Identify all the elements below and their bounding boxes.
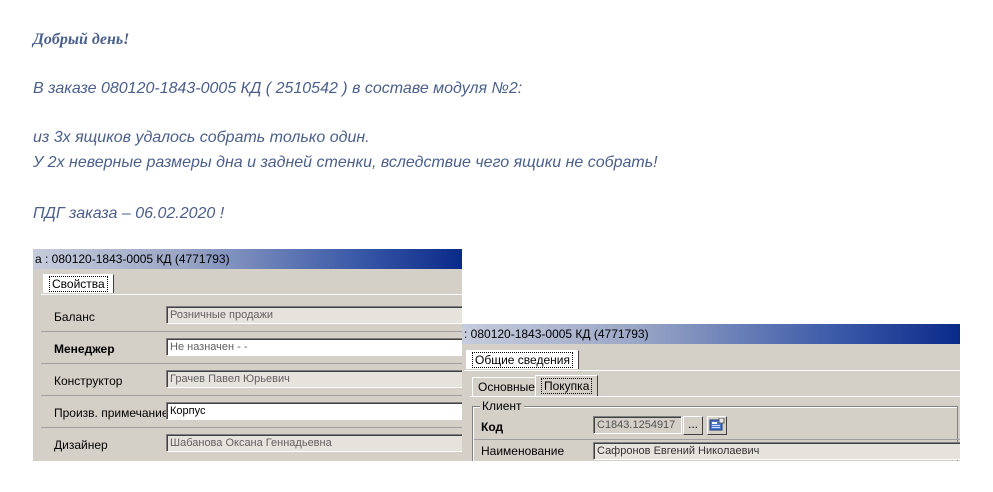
row-divider xyxy=(41,363,462,364)
manager-label: Менеджер xyxy=(54,342,115,356)
tab-properties[interactable]: Свойства xyxy=(43,274,114,293)
browse-button[interactable]: ... xyxy=(683,416,703,435)
email-line-sizes: У 2х неверные размеры дна и задней стенк… xyxy=(33,154,658,171)
subtab-purchase[interactable]: Покупка xyxy=(535,375,599,396)
code-label: Код xyxy=(481,420,504,434)
row-divider xyxy=(474,439,960,440)
tab-properties-label: Свойства xyxy=(49,276,108,292)
production-note-label: Произв. примечание xyxy=(54,406,169,420)
balance-label: Баланс xyxy=(54,310,95,324)
window1-titlebar: а : 080120-1843-0005 КД (4771793) xyxy=(33,249,462,269)
subtab-purchase-label: Покупка xyxy=(541,378,593,394)
tab-general-info[interactable]: Общие сведения xyxy=(466,350,579,369)
email-line-order: В заказе 080120-1843-0005 КД ( 2510542 )… xyxy=(33,80,523,97)
client-group-title: Клиент xyxy=(480,399,524,413)
order-window-2: : 080120-1843-0005 КД (4771793) Общие св… xyxy=(462,324,960,461)
tab-general-info-label: Общие сведения xyxy=(472,352,573,368)
constructor-label: Конструктор xyxy=(54,374,123,388)
designer-label: Дизайнер xyxy=(54,438,108,452)
email-line-pdg: ПДГ заказа – 06.02.2020 ! xyxy=(33,205,225,222)
subtab-main[interactable]: Основные xyxy=(472,377,541,396)
email-line-boxes: из 3х ящиков удалось собрать только один… xyxy=(33,129,370,146)
card-button[interactable] xyxy=(707,416,727,435)
subtab-main-label: Основные xyxy=(478,380,535,394)
constructor-field[interactable]: Грачев Павел Юрьевич xyxy=(166,370,462,388)
name-field[interactable]: Сафронов Евгений Николаевич xyxy=(593,442,960,460)
code-field[interactable]: C1843.1254917 xyxy=(593,416,682,434)
tab-line xyxy=(464,370,960,371)
designer-field[interactable]: Шабанова Оксана Геннадьевна xyxy=(166,434,462,452)
row-divider xyxy=(41,331,462,332)
name-label: Наименование xyxy=(481,444,565,458)
manager-field[interactable]: Не назначен - - xyxy=(166,338,462,356)
subtab-line xyxy=(470,396,960,397)
window1-panel: Свойства Баланс Розничные продажи Менедж… xyxy=(33,269,462,461)
order-window-1: а : 080120-1843-0005 КД (4771793) Свойст… xyxy=(33,249,462,461)
balance-field[interactable]: Розничные продажи xyxy=(166,306,462,324)
window2-titlebar: : 080120-1843-0005 КД (4771793) xyxy=(462,324,960,344)
window2-panel: Общие сведения Основные Покупка Клиент К… xyxy=(462,344,960,461)
production-note-field[interactable]: Корпус xyxy=(166,402,462,420)
tab-line xyxy=(41,294,462,295)
client-card-icon xyxy=(709,417,725,431)
row-divider xyxy=(41,427,462,428)
email-greeting: Добрый день! xyxy=(33,31,130,48)
row-divider xyxy=(41,395,462,396)
